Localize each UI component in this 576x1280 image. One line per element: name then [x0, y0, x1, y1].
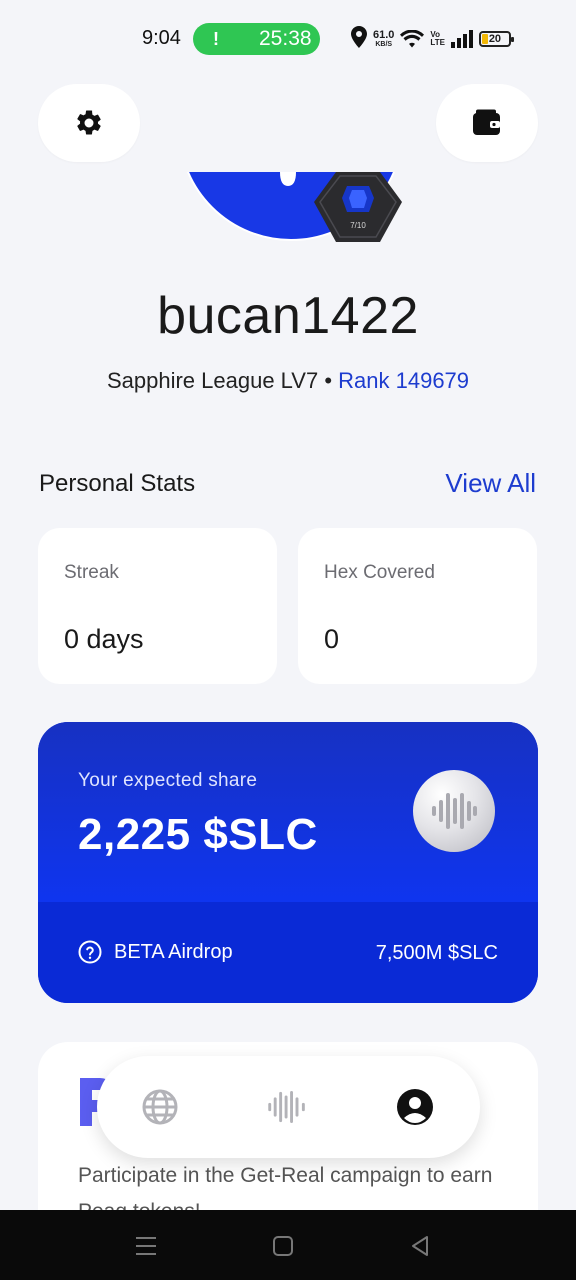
- recents-icon[interactable]: [134, 1234, 158, 1258]
- league-badge: 7/10: [314, 172, 402, 244]
- location-icon: [351, 25, 367, 53]
- share-caption: Your expected share: [78, 770, 258, 791]
- league-name: Sapphire League LV7: [106, 368, 319, 393]
- stat-value: 0: [324, 624, 340, 654]
- volte-bottom: LTE: [430, 38, 445, 47]
- rank-link[interactable]: Rank 149679: [338, 368, 469, 393]
- beta-airdrop-info[interactable]: BETA Airdrop: [78, 940, 233, 964]
- home-icon[interactable]: [271, 1234, 295, 1258]
- personal-stats-title: Personal Stats: [39, 470, 196, 497]
- wifi-icon: [400, 30, 425, 48]
- username: bucan1422: [157, 287, 419, 345]
- volte-indicator: Vo LTE: [430, 31, 445, 47]
- wallet-button[interactable]: [436, 84, 538, 162]
- expected-share-card[interactable]: Your expected share 2,225 $SLC BETA Aird…: [38, 722, 538, 1003]
- league-rank-line: Sapphire League LV7 • Rank 149679: [0, 368, 576, 394]
- back-icon[interactable]: [408, 1234, 432, 1258]
- app-screen: 9:04 ! 25:38 61.0 KB/S Vo LTE 20 7/10 bu…: [0, 0, 576, 1280]
- hex-covered-card[interactable]: Hex Covered 0: [298, 528, 537, 684]
- badge-progress: 7/10: [350, 221, 366, 230]
- status-icons: 61.0 KB/S Vo LTE 20: [351, 25, 514, 53]
- net-speed-unit: KB/S: [375, 41, 393, 48]
- gear-icon: [74, 108, 104, 138]
- waves-icon[interactable]: [267, 1087, 307, 1127]
- stat-label: Streak: [64, 562, 119, 583]
- streak-card[interactable]: Streak 0 days: [38, 528, 277, 684]
- battery-icon: 20: [478, 31, 514, 47]
- ongoing-call-pill[interactable]: ! 25:38: [193, 23, 320, 55]
- globe-icon[interactable]: [140, 1087, 180, 1127]
- slc-coin-icon: [413, 770, 495, 852]
- call-indicator: !: [213, 28, 219, 49]
- airdrop-total: 7,500M $SLC: [375, 942, 498, 964]
- network-speed: 61.0 KB/S: [373, 29, 395, 49]
- net-speed-value: 61.0: [373, 29, 395, 41]
- share-amount: 2,225 $SLC: [78, 810, 318, 859]
- stat-label: Hex Covered: [324, 562, 435, 583]
- bottom-navigation: [97, 1056, 480, 1158]
- wallet-icon: [472, 109, 502, 137]
- beta-airdrop-label: BETA Airdrop: [114, 940, 233, 963]
- battery-level: 20: [488, 33, 502, 45]
- status-bar: 9:04 ! 25:38 61.0 KB/S Vo LTE 20: [0, 0, 576, 78]
- call-timer: 25:38: [259, 27, 312, 50]
- status-time: 9:04: [142, 27, 181, 49]
- system-navigation-bar: [0, 1210, 576, 1280]
- view-all-link[interactable]: View All: [445, 468, 536, 499]
- signal-icon: [450, 30, 473, 48]
- profile-icon[interactable]: [395, 1087, 435, 1127]
- help-circle-icon[interactable]: [78, 940, 102, 964]
- settings-button[interactable]: [38, 84, 140, 162]
- separator-dot: •: [324, 368, 333, 393]
- stat-value: 0 days: [64, 624, 144, 654]
